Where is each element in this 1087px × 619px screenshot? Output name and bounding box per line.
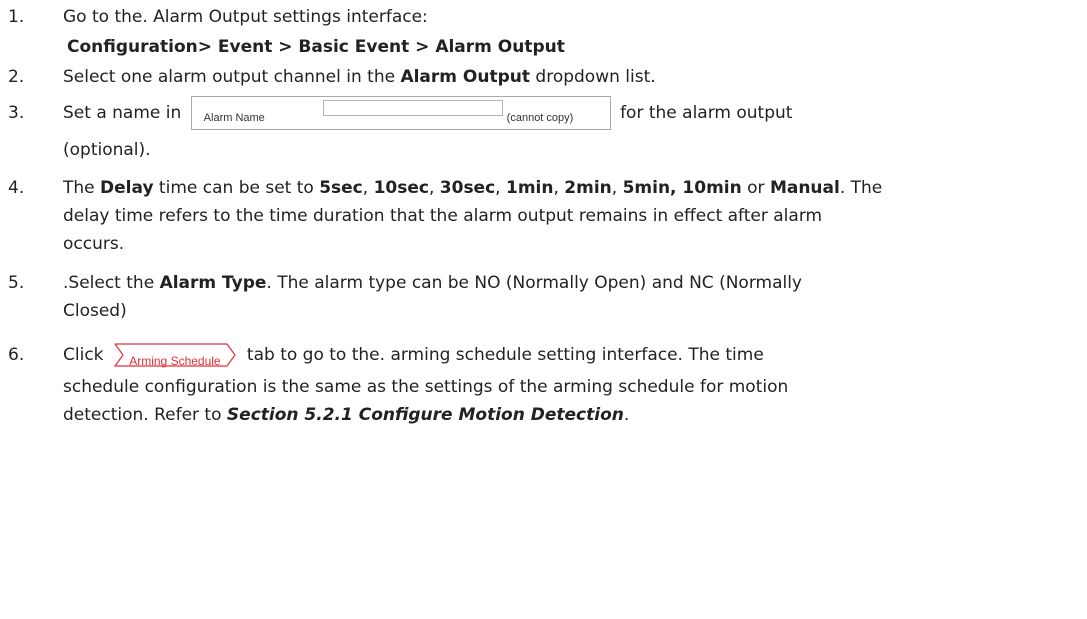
step-text: . The <box>839 178 883 198</box>
step-number: 1. <box>8 7 25 27</box>
delay-option: 5min, 10min <box>622 178 742 198</box>
step-text: . <box>623 405 630 425</box>
separator: , <box>428 178 440 198</box>
delay-option: Manual <box>769 178 840 198</box>
step-number: 6. <box>8 345 25 365</box>
alarm-name-hint: (cannot copy) <box>506 112 574 124</box>
step-text: Set a name in <box>63 103 187 123</box>
separator: , <box>553 178 565 198</box>
arming-schedule-tab[interactable]: Arming Schedule <box>113 343 237 368</box>
delay-option: 5sec <box>319 178 363 198</box>
step-text: detection. Refer to <box>63 405 227 425</box>
step-text: occurs. <box>63 234 125 254</box>
step-term: Alarm Output <box>400 67 531 87</box>
step-number: 2. <box>8 67 25 87</box>
step-number: 3. <box>8 103 25 123</box>
delay-option: 30sec <box>439 178 496 198</box>
separator: , <box>495 178 506 198</box>
delay-option: 2min <box>564 178 612 198</box>
document-page: 1. Go to the. Alarm Output settings inte… <box>0 0 1087 619</box>
step-text: .Select the <box>63 273 160 293</box>
step-text: Click <box>63 345 109 365</box>
step-text: time can be set to <box>153 178 320 198</box>
step-text: . The alarm type can be NO (Normally Ope… <box>266 273 802 293</box>
step-text: tab to go to the. arming schedule settin… <box>246 345 764 365</box>
step-term: Alarm Type <box>159 273 267 293</box>
alarm-name-label: Alarm Name <box>203 112 265 124</box>
step-text: schedule configuration is the same as th… <box>63 377 789 397</box>
step-text: for the alarm output <box>614 103 793 123</box>
step-text: dropdown list. <box>530 67 656 87</box>
step-text: Select one alarm output channel in the <box>63 67 401 87</box>
step-term: Delay <box>100 178 154 198</box>
arming-schedule-tab-label: Arming Schedule <box>129 354 221 368</box>
step-text: Closed) <box>63 301 127 321</box>
delay-option: 10sec <box>373 178 429 198</box>
separator: , <box>362 178 374 198</box>
step-text: delay time refers to the time duration t… <box>63 206 823 226</box>
alarm-name-widget: Alarm Name (cannot copy) <box>190 96 611 130</box>
step-number: 5. <box>8 273 25 293</box>
step-text: The <box>63 178 101 198</box>
separator: , <box>611 178 623 198</box>
step-text: Go to the. Alarm Output settings interfa… <box>63 7 428 27</box>
step-text: (optional). <box>63 140 151 160</box>
step-text: or <box>741 178 770 198</box>
menu-path-text: Configuration> Event > Basic Event > Ala… <box>67 37 565 57</box>
section-reference: Section 5.2.1 Configure Motion Detection <box>226 405 624 425</box>
alarm-name-input[interactable] <box>322 100 503 116</box>
delay-option: 1min <box>505 178 554 198</box>
step-number: 4. <box>8 178 25 198</box>
